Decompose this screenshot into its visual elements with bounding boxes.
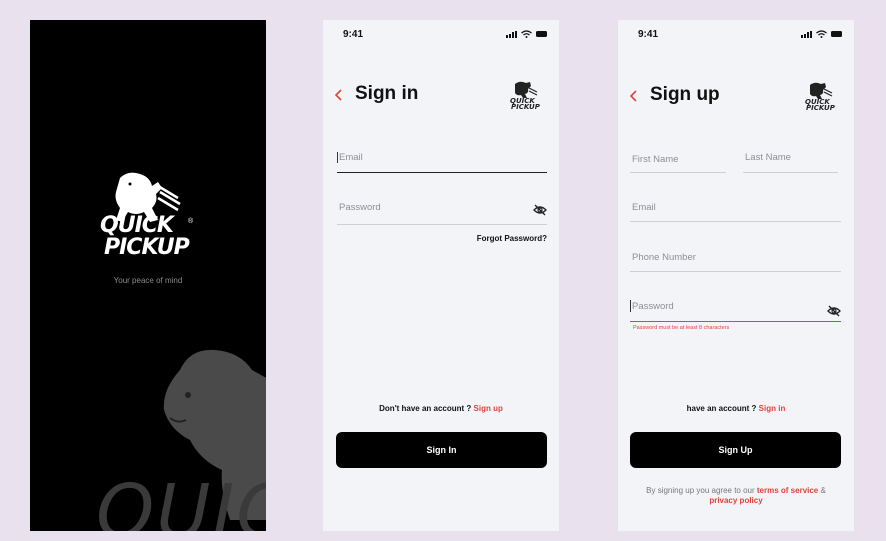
- status-icons: [801, 30, 842, 38]
- status-icons: [506, 30, 547, 38]
- first-name-field[interactable]: First Name: [630, 150, 726, 173]
- svg-text:PICKUP: PICKUP: [511, 103, 541, 110]
- email-field[interactable]: Email: [337, 148, 547, 173]
- page-title: Sign in: [355, 83, 419, 104]
- account-prompt-text: Don't have an account ?: [379, 404, 472, 413]
- wifi-icon: [816, 30, 827, 38]
- status-time: 9:41: [343, 29, 364, 40]
- back-chevron-icon[interactable]: [333, 87, 345, 103]
- first-name-placeholder: First Name: [632, 154, 679, 165]
- text-caret: [337, 152, 338, 163]
- account-prompt-text: have an account ?: [686, 404, 757, 413]
- signin-link[interactable]: Sign in: [759, 404, 786, 413]
- brand-line1: QUICK: [100, 213, 174, 238]
- eye-off-icon[interactable]: [827, 305, 841, 317]
- cheetah-logo-icon: QUICK PICKUP: [510, 81, 541, 110]
- cheetah-logo-icon: QUICK PICKUP: [805, 82, 836, 111]
- password-field[interactable]: Password: [630, 297, 841, 322]
- signup-screen: 9:41 Sign up QUICK PICKUP First Name Las…: [618, 20, 854, 531]
- terms-prefix: By signing up you agree to our: [646, 486, 755, 495]
- password-error: Password must be at least 8 characters: [633, 325, 730, 331]
- splash-screen: QUICK ® PICKUP Your peace of mind QUIC: [30, 20, 266, 531]
- terms-notice: By signing up you agree to our terms of …: [618, 486, 854, 506]
- tagline: Your peace of mind: [113, 276, 183, 285]
- password-placeholder: Password: [339, 202, 381, 213]
- svg-text:PICKUP: PICKUP: [806, 104, 836, 111]
- wifi-icon: [521, 30, 532, 38]
- status-time: 9:41: [638, 29, 659, 40]
- last-name-field[interactable]: Last Name: [743, 150, 838, 173]
- email-placeholder: Email: [339, 152, 363, 163]
- eye-off-icon[interactable]: [533, 204, 547, 216]
- battery-icon: [831, 31, 842, 37]
- password-field[interactable]: Password: [337, 198, 547, 225]
- account-prompt: Don't have an account ? Sign up: [323, 404, 559, 413]
- privacy-policy-link[interactable]: privacy policy: [709, 496, 762, 505]
- page-title: Sign up: [650, 84, 720, 105]
- last-name-placeholder: Last Name: [745, 152, 791, 163]
- forgot-password-link[interactable]: Forgot Password?: [477, 234, 547, 243]
- battery-icon: [536, 31, 547, 37]
- account-prompt: have an account ? Sign in: [618, 404, 854, 413]
- terms-ampersand: &: [820, 486, 826, 495]
- phone-placeholder: Phone Number: [632, 252, 696, 263]
- terms-of-service-link[interactable]: terms of service: [757, 486, 818, 495]
- back-chevron-icon[interactable]: [628, 88, 640, 104]
- text-caret: [630, 300, 631, 312]
- background-word: QUIC: [96, 469, 266, 531]
- signup-link[interactable]: Sign up: [474, 404, 503, 413]
- sign-up-button[interactable]: Sign Up: [630, 432, 841, 468]
- signal-icon: [506, 30, 517, 38]
- email-placeholder: Email: [632, 202, 656, 213]
- signin-screen: 9:41 Sign in QUICK PICKUP Email Password…: [323, 20, 559, 531]
- sign-in-button[interactable]: Sign In: [336, 432, 547, 468]
- registered-mark: ®: [188, 218, 194, 225]
- phone-field[interactable]: Phone Number: [630, 248, 841, 272]
- password-placeholder: Password: [632, 301, 674, 312]
- email-field[interactable]: Email: [630, 198, 841, 222]
- brand-line2: PICKUP: [104, 235, 190, 260]
- signal-icon: [801, 30, 812, 38]
